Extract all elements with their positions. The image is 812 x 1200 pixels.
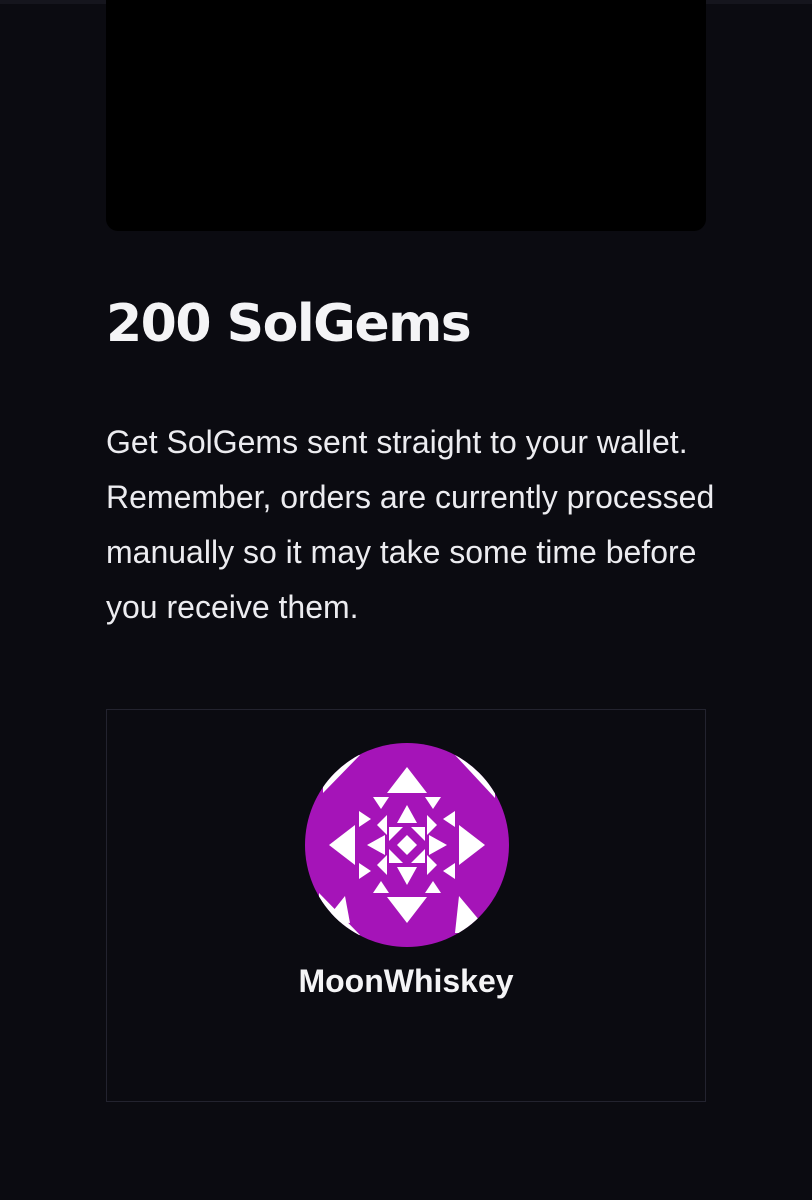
seller-card[interactable]: MoonWhiskey <box>106 709 706 1102</box>
product-media <box>106 0 706 231</box>
identicon-avatar-icon <box>305 743 509 947</box>
product-title: 200 SolGems <box>106 294 472 354</box>
seller-name[interactable]: MoonWhiskey <box>107 960 705 1002</box>
product-description: Get SolGems sent straight to your wallet… <box>106 424 715 625</box>
